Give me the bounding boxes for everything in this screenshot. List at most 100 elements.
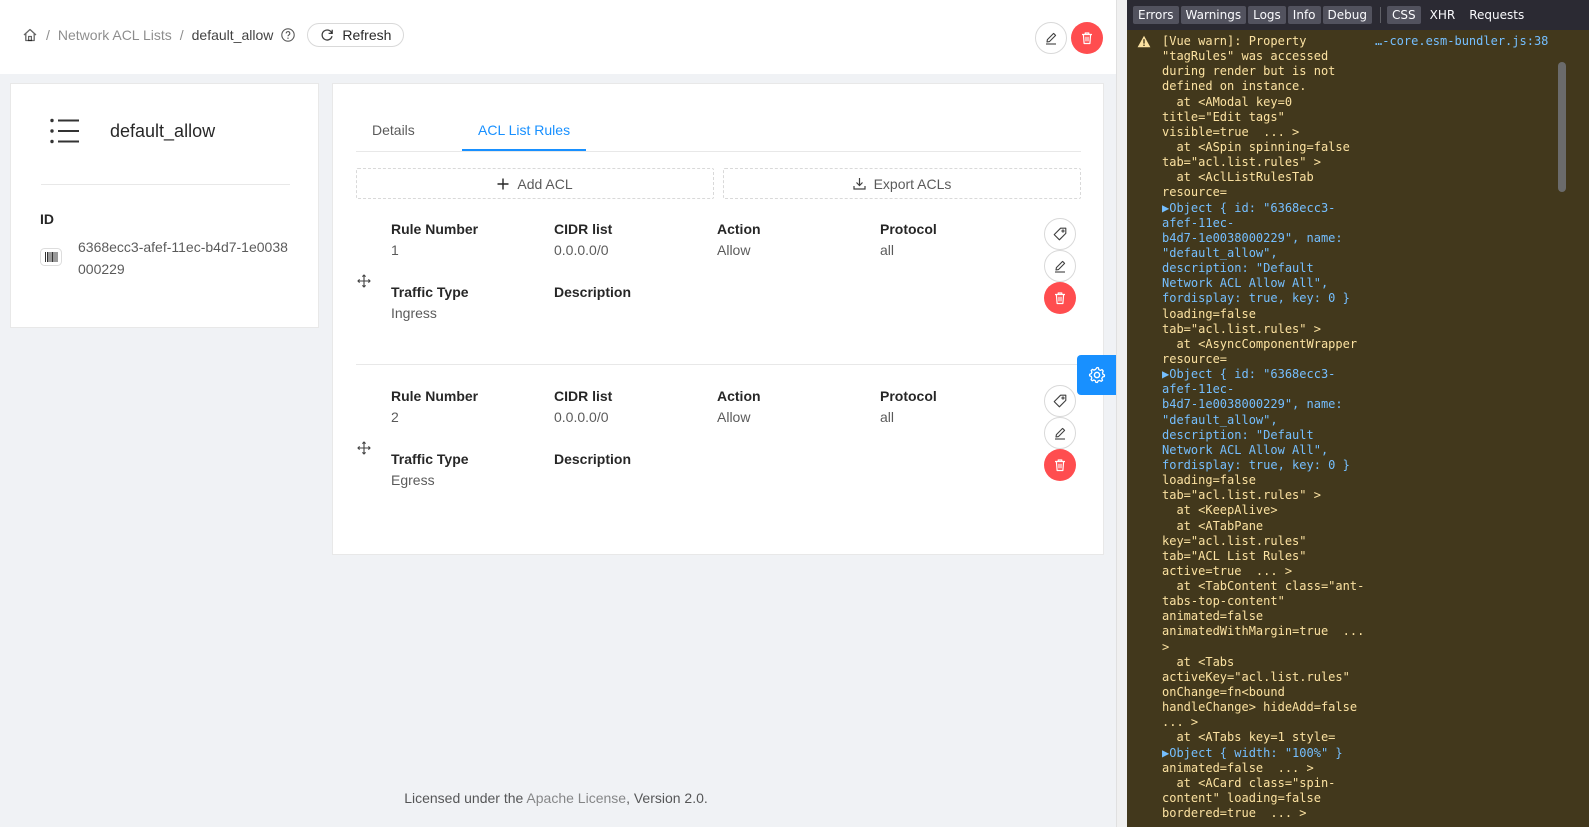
traffic-type-value: Egress [391, 472, 435, 488]
breadcrumb: / Network ACL Lists / default_allow Refr… [22, 23, 405, 47]
acl-rules-card: Details ACL List Rules Add ACL Export AC… [332, 83, 1104, 555]
id-label: ID [40, 211, 54, 227]
tab-details[interactable]: Details [356, 111, 431, 151]
add-acl-button[interactable]: Add ACL [356, 168, 714, 199]
tab-acl-list-rules[interactable]: ACL List Rules [462, 111, 587, 151]
rule-divider [356, 364, 1081, 365]
drag-handle-icon[interactable] [357, 441, 371, 455]
console-message-text: [Vue warn]: Property "tagRules" was acces… [1162, 34, 1372, 821]
console-line: tab="acl.list.rules" > [1162, 488, 1321, 503]
action-value: Allow [717, 242, 751, 258]
console-line: animated=false [1162, 609, 1264, 624]
footer-prefix: Licensed under the [404, 790, 527, 806]
protocol-label: Protocol [880, 388, 937, 404]
filter-xhr[interactable]: XHR [1423, 6, 1463, 24]
console-line: key="acl.list.rules" [1162, 533, 1307, 548]
breadcrumb-separator: / [46, 27, 50, 43]
rule-number-value: 1 [391, 242, 399, 258]
rule-number-value: 2 [391, 409, 399, 425]
traffic-type-field: Traffic Type Egress [391, 449, 469, 491]
traffic-type-value: Ingress [391, 305, 437, 321]
apache-license-link[interactable]: Apache License [526, 790, 626, 806]
splitter[interactable] [1116, 0, 1127, 827]
cidr-list-value: 0.0.0.0/0 [554, 409, 609, 425]
console-line: [Vue warn]: Property [1162, 34, 1307, 48]
action-value: Allow [717, 409, 751, 425]
filter-logs[interactable]: Logs [1248, 6, 1286, 24]
console-line: tab="acl.list.rules" > [1162, 155, 1321, 170]
console-line: ... > [1162, 715, 1199, 730]
console-line: onChange=fn<bound [1162, 685, 1285, 700]
console-line: title="Edit tags" [1162, 109, 1285, 124]
console-line: > [1162, 639, 1170, 654]
console-line: fordisplay: true, key: 0 } [1162, 291, 1350, 306]
console-line: at <AsyncComponentWrapper [1162, 336, 1358, 351]
console-line: animatedWithMargin=true ... [1162, 624, 1365, 639]
action-label: Action [717, 388, 761, 404]
console-line: tabs-top-content" [1162, 594, 1285, 609]
console-line: loading=false [1162, 473, 1256, 488]
console-source-link[interactable]: …-core.esm-bundler.js:38 [1375, 34, 1548, 48]
refresh-button[interactable]: Refresh [307, 23, 405, 47]
delete-rule-button[interactable] [1044, 282, 1076, 314]
tabs-bar: Details ACL List Rules [356, 111, 1081, 152]
app-area: / Network ACL Lists / default_allow Refr… [0, 0, 1116, 827]
description-field: Description [554, 282, 631, 302]
cidr-list-field: CIDR list 0.0.0.0/0 [554, 386, 612, 428]
edit-tags-button[interactable] [1044, 385, 1076, 417]
console-line: ▶Object { id: "6368ecc3- [1162, 200, 1336, 215]
home-icon[interactable] [22, 27, 38, 43]
traffic-type-label: Traffic Type [391, 451, 469, 467]
traffic-type-label: Traffic Type [391, 284, 469, 300]
console-line: at <ACard class="spin- [1162, 775, 1336, 790]
export-acls-label: Export ACLs [873, 175, 952, 192]
protocol-field: Protocol all [880, 219, 937, 261]
console-scrollbar[interactable] [1558, 62, 1566, 192]
footer: Licensed under the Apache License, Versi… [0, 790, 1116, 806]
edit-rule-button[interactable] [1044, 417, 1076, 449]
console-line: animated=false ... > [1162, 760, 1314, 775]
cidr-list-label: CIDR list [554, 388, 613, 404]
description-label: Description [554, 284, 632, 300]
delete-rule-button[interactable] [1044, 449, 1076, 481]
divider [41, 184, 290, 185]
cidr-list-value: 0.0.0.0/0 [554, 242, 609, 258]
filter-requests[interactable]: Requests [1462, 6, 1531, 24]
console-line: Network ACL Allow All", [1162, 442, 1329, 457]
console-line: at <KeepAlive> [1162, 503, 1278, 518]
delete-icon [1055, 459, 1065, 472]
protocol-value: all [880, 242, 895, 258]
filter-css[interactable]: CSS [1386, 6, 1421, 24]
edit-icon [1046, 32, 1057, 45]
console-line: b4d7-1e0038000229", name: [1162, 397, 1343, 412]
delete-button[interactable] [1071, 22, 1103, 54]
console-line: at <AclListRulesTab [1162, 170, 1314, 185]
console-line: ▶Object { width: "100%" } [1162, 745, 1343, 760]
breadcrumb-network-acl-lists[interactable]: Network ACL Lists [58, 27, 172, 43]
console-line: Network ACL Allow All", [1162, 276, 1329, 291]
edit-rule-button[interactable] [1044, 250, 1076, 282]
console-line: handleChange> hideAdd=false [1162, 700, 1358, 715]
console-line: resource= [1162, 351, 1228, 366]
console-line: description: "Default [1162, 261, 1314, 276]
filter-warnings[interactable]: Warnings [1180, 6, 1247, 24]
console-line: afef-11ec- [1162, 382, 1235, 397]
filter-debug[interactable]: Debug [1322, 6, 1372, 24]
footer-suffix: , Version 2.0. [626, 790, 708, 806]
console-line: bordered=true ... > [1162, 806, 1307, 821]
download-icon [852, 178, 866, 190]
question-circle-icon[interactable] [281, 28, 296, 42]
filter-info[interactable]: Info [1287, 6, 1321, 24]
console-line: at <TabContent class="ant- [1162, 579, 1365, 594]
edit-tags-button[interactable] [1044, 218, 1076, 250]
settings-button[interactable] [1077, 355, 1116, 395]
add-acl-label: Add ACL [517, 175, 573, 192]
delete-icon [1082, 32, 1092, 45]
page-header: / Network ACL Lists / default_allow Refr… [0, 0, 1116, 74]
filter-errors[interactable]: Errors [1133, 6, 1179, 24]
edit-button[interactable] [1035, 22, 1067, 54]
drag-handle-icon[interactable] [357, 274, 371, 288]
console-line: visible=true ... > [1162, 124, 1300, 139]
breadcrumb-separator: / [179, 27, 184, 43]
export-acls-button[interactable]: Export ACLs [723, 168, 1081, 199]
